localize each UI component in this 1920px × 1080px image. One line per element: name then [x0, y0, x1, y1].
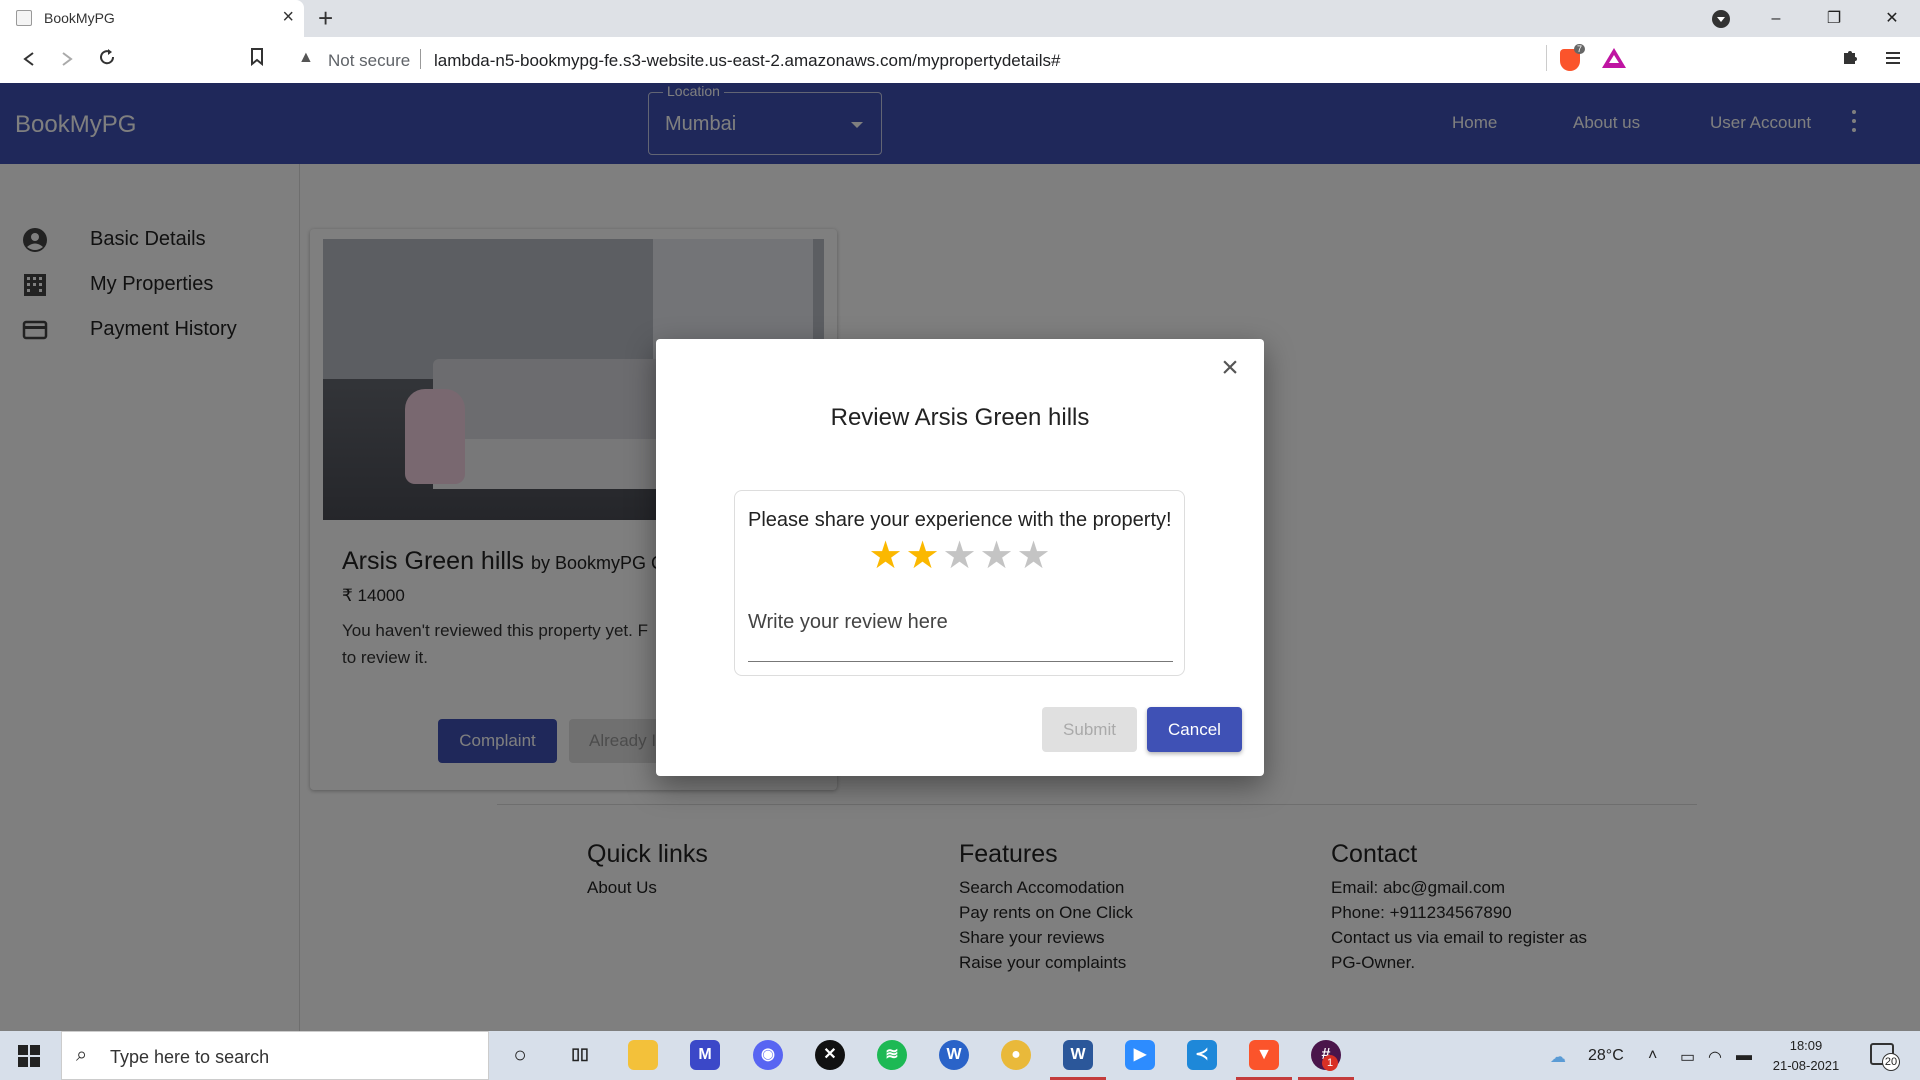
reload-icon[interactable]: [92, 45, 122, 75]
star-4-icon[interactable]: ★: [978, 536, 1015, 576]
tab-search-icon[interactable]: [1712, 10, 1730, 28]
restore-button[interactable]: ❐: [1806, 0, 1862, 37]
brave-shields-badge: 7: [1574, 44, 1586, 54]
vscode-icon[interactable]: ≺: [1187, 1040, 1217, 1070]
bookmark-icon[interactable]: [242, 45, 272, 75]
brave-icon[interactable]: ▼: [1249, 1040, 1279, 1070]
brave-rewards-icon[interactable]: [1602, 48, 1626, 68]
dialog-title: Review Arsis Green hills: [830, 404, 1090, 431]
word-icon[interactable]: W: [1063, 1040, 1093, 1070]
tray-chevron-icon[interactable]: ˄: [1648, 1047, 1657, 1065]
slack-badge: 1: [1322, 1055, 1338, 1071]
warning-icon[interactable]: ▲: [298, 49, 314, 67]
back-icon[interactable]: [14, 45, 44, 75]
toolbar-divider: [1546, 45, 1547, 71]
search-icon: ⌕: [76, 1044, 88, 1066]
taskbar-search[interactable]: ⌕ Type here to search: [61, 1031, 489, 1080]
spotify-icon[interactable]: ≋: [877, 1040, 907, 1070]
notification-count: 20: [1882, 1053, 1900, 1071]
forward-icon[interactable]: [52, 45, 82, 75]
taskbar: ⌕ Type here to search ○ ▯▯ M ◉ ✕ ≋ W ● W…: [0, 1031, 1920, 1080]
zoom-icon[interactable]: ▶: [1125, 1040, 1155, 1070]
address-separator: [420, 49, 421, 69]
taskbar-search-input[interactable]: Type here to search: [110, 1047, 269, 1068]
star-5-icon[interactable]: ★: [1015, 536, 1052, 576]
weather-temp[interactable]: 28°C: [1588, 1047, 1624, 1065]
cancel-button[interactable]: Cancel: [1147, 707, 1242, 752]
review-dialog: × Review Arsis Green hills Please share …: [656, 339, 1264, 776]
review-input[interactable]: Write your review here: [748, 611, 948, 634]
review-input-underline: [748, 661, 1173, 662]
browser-toolbar: ▲ Not secure lambda-n5-bookmypg-fe.s3-we…: [0, 37, 1920, 83]
meet-now-icon[interactable]: ▭: [1680, 1047, 1695, 1067]
tab-title: BookMyPG: [44, 10, 115, 26]
review-prompt: Please share your experience with the pr…: [748, 509, 1172, 531]
app-w-icon[interactable]: W: [939, 1040, 969, 1070]
star-1-icon[interactable]: ★: [867, 536, 904, 576]
cortana-icon[interactable]: ○: [505, 1040, 535, 1070]
extensions-icon[interactable]: [1835, 45, 1865, 75]
windows-start-icon[interactable]: [18, 1045, 40, 1067]
minimize-button[interactable]: –: [1748, 0, 1804, 37]
new-tab-button[interactable]: +: [318, 3, 333, 33]
url-text[interactable]: lambda-n5-bookmypg-fe.s3-website.us-east…: [434, 51, 1060, 71]
chrome-icon[interactable]: ●: [1001, 1040, 1031, 1070]
file-explorer-icon[interactable]: [628, 1040, 658, 1070]
security-label[interactable]: Not secure: [328, 51, 410, 71]
browser-menu-icon[interactable]: [1878, 45, 1908, 75]
star-rating[interactable]: ★★★★★: [867, 536, 1052, 576]
close-icon[interactable]: ×: [1218, 353, 1242, 383]
app-icon[interactable]: M: [690, 1040, 720, 1070]
browser-tab-strip: BookMyPG × + – ❐ ✕: [0, 0, 1920, 37]
discord-icon[interactable]: ◉: [753, 1040, 783, 1070]
tab-close-icon[interactable]: ×: [282, 6, 294, 28]
favicon-icon: [16, 10, 32, 26]
clock-date: 21-08-2021: [1772, 1058, 1840, 1073]
browser-tab[interactable]: BookMyPG ×: [0, 0, 304, 37]
close-window-button[interactable]: ✕: [1864, 0, 1920, 37]
star-3-icon[interactable]: ★: [941, 536, 978, 576]
task-view-icon[interactable]: ▯▯: [565, 1040, 595, 1070]
notification-center-icon[interactable]: 20: [1870, 1043, 1900, 1071]
system-clock[interactable]: 18:09 21-08-2021: [1766, 1036, 1846, 1076]
battery-icon[interactable]: ▬: [1736, 1047, 1752, 1065]
address-bar[interactable]: ▲ Not secure lambda-n5-bookmypg-fe.s3-we…: [286, 42, 1640, 76]
xbox-icon[interactable]: ✕: [815, 1040, 845, 1070]
star-2-icon[interactable]: ★: [904, 536, 941, 576]
review-form: Please share your experience with the pr…: [734, 490, 1185, 676]
wifi-icon[interactable]: ◠: [1708, 1047, 1722, 1067]
weather-icon[interactable]: ☁: [1550, 1047, 1566, 1067]
submit-button[interactable]: Submit: [1042, 707, 1137, 752]
clock-time: 18:09: [1789, 1038, 1823, 1053]
